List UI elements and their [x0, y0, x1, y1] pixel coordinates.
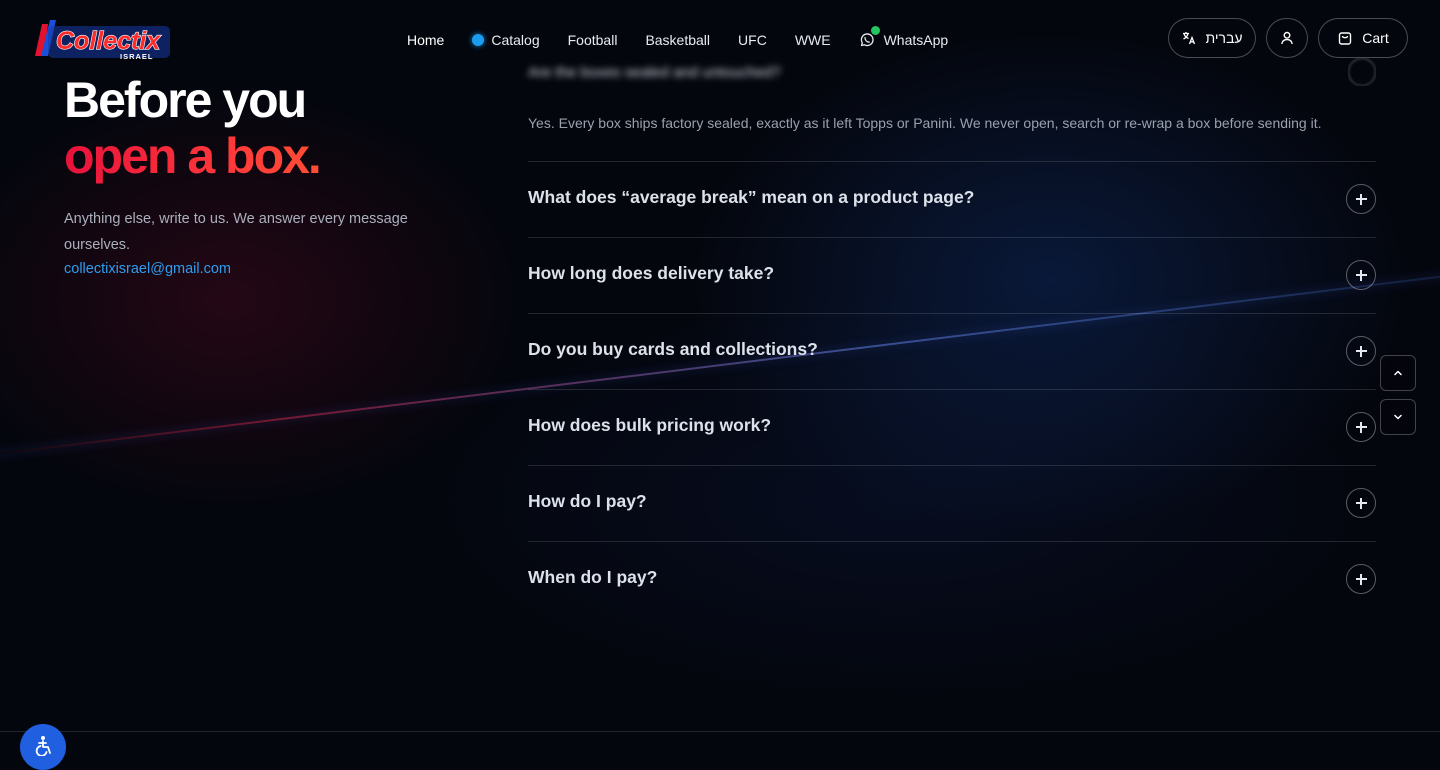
faq-item[interactable]: How long does delivery take? — [528, 237, 1376, 313]
faq-item[interactable]: Do you buy cards and collections? — [528, 313, 1376, 389]
language-label: עברית — [1205, 30, 1243, 46]
page-title-line2: open a box. — [64, 128, 444, 184]
scroll-up-button[interactable] — [1380, 355, 1416, 391]
plus-icon[interactable] — [1346, 336, 1376, 366]
translate-icon — [1183, 32, 1196, 45]
nav-basketball[interactable]: Basketball — [645, 32, 710, 48]
contact-email-link[interactable]: collectixisrael@gmail.com — [64, 258, 444, 280]
faq-item[interactable]: What does “average break” mean on a prod… — [528, 161, 1376, 237]
cart-label: Cart — [1362, 30, 1389, 46]
nav-whatsapp-label: WhatsApp — [883, 32, 949, 48]
chevron-up-icon — [1394, 370, 1402, 376]
plus-icon[interactable] — [1346, 412, 1376, 442]
catalog-indicator-dot — [472, 34, 485, 46]
user-icon — [1281, 31, 1293, 45]
nav-home-label: Home — [407, 32, 445, 48]
faq-item[interactable]: How do I pay? — [528, 465, 1376, 541]
accessibility-button[interactable] — [20, 724, 66, 770]
accessibility-icon — [35, 736, 51, 756]
intro-text: Anything else, write to us. We answer ev… — [64, 211, 408, 253]
page-title-line1: Before you — [64, 72, 307, 128]
chevron-down-icon — [1394, 414, 1402, 420]
nav-ufc[interactable]: UFC — [738, 32, 767, 48]
nav-football[interactable]: Football — [568, 32, 618, 48]
faq-open-question[interactable]: Are the boxes sealed and untouched? — [528, 64, 781, 81]
language-toggle-button[interactable]: עברית — [1168, 18, 1256, 58]
cart-button[interactable]: Cart — [1318, 18, 1408, 58]
faq-question: When do I pay? — [528, 567, 658, 587]
faq-question: Do you buy cards and collections? — [528, 339, 818, 359]
collapse-icon[interactable] — [1348, 58, 1376, 86]
main-nav: Home Catalog Football Basketball UFC WWE — [407, 26, 976, 51]
shopping-bag-icon — [1339, 32, 1352, 45]
plus-icon[interactable] — [1346, 184, 1376, 214]
faq-item[interactable]: When do I pay? — [528, 541, 1376, 617]
brand-logo[interactable]: Collectix ISRAEL — [32, 16, 174, 62]
nav-whatsapp[interactable]: WhatsApp — [859, 26, 949, 48]
faq-question: How do I pay? — [528, 491, 647, 511]
brand-sub: ISRAEL — [120, 52, 154, 61]
faq-question: How long does delivery take? — [528, 263, 775, 283]
nav-catalog-label: Catalog — [491, 32, 540, 48]
nav-football-label: Football — [567, 32, 618, 48]
plus-icon[interactable] — [1346, 564, 1376, 594]
faq-open-answer: Yes. Every box ships factory sealed, exa… — [528, 115, 1322, 131]
nav-basketball-label: Basketball — [645, 32, 711, 48]
faq-question: What does “average break” mean on a prod… — [528, 187, 975, 207]
faq-intro: Before you open a box. Anything else, wr… — [64, 72, 444, 280]
nav-wwe[interactable]: WWE — [795, 32, 831, 48]
nav-catalog[interactable]: Catalog — [472, 32, 540, 48]
nav-wwe-label: WWE — [794, 32, 831, 48]
scroll-down-button[interactable] — [1380, 399, 1416, 435]
footer-divider — [0, 731, 1440, 732]
plus-icon[interactable] — [1346, 260, 1376, 290]
faq-list: What does “average break” mean on a prod… — [528, 161, 1376, 617]
faq-question: How does bulk pricing work? — [528, 415, 772, 435]
nav-ufc-label: UFC — [738, 32, 767, 48]
plus-icon[interactable] — [1346, 488, 1376, 518]
nav-home[interactable]: Home — [407, 32, 444, 48]
whatsapp-icon — [859, 26, 880, 48]
svg-text:Collectix: Collectix — [56, 27, 161, 55]
account-button[interactable] — [1266, 18, 1308, 58]
faq-item[interactable]: How does bulk pricing work? — [528, 389, 1376, 465]
online-status-dot — [870, 26, 880, 35]
